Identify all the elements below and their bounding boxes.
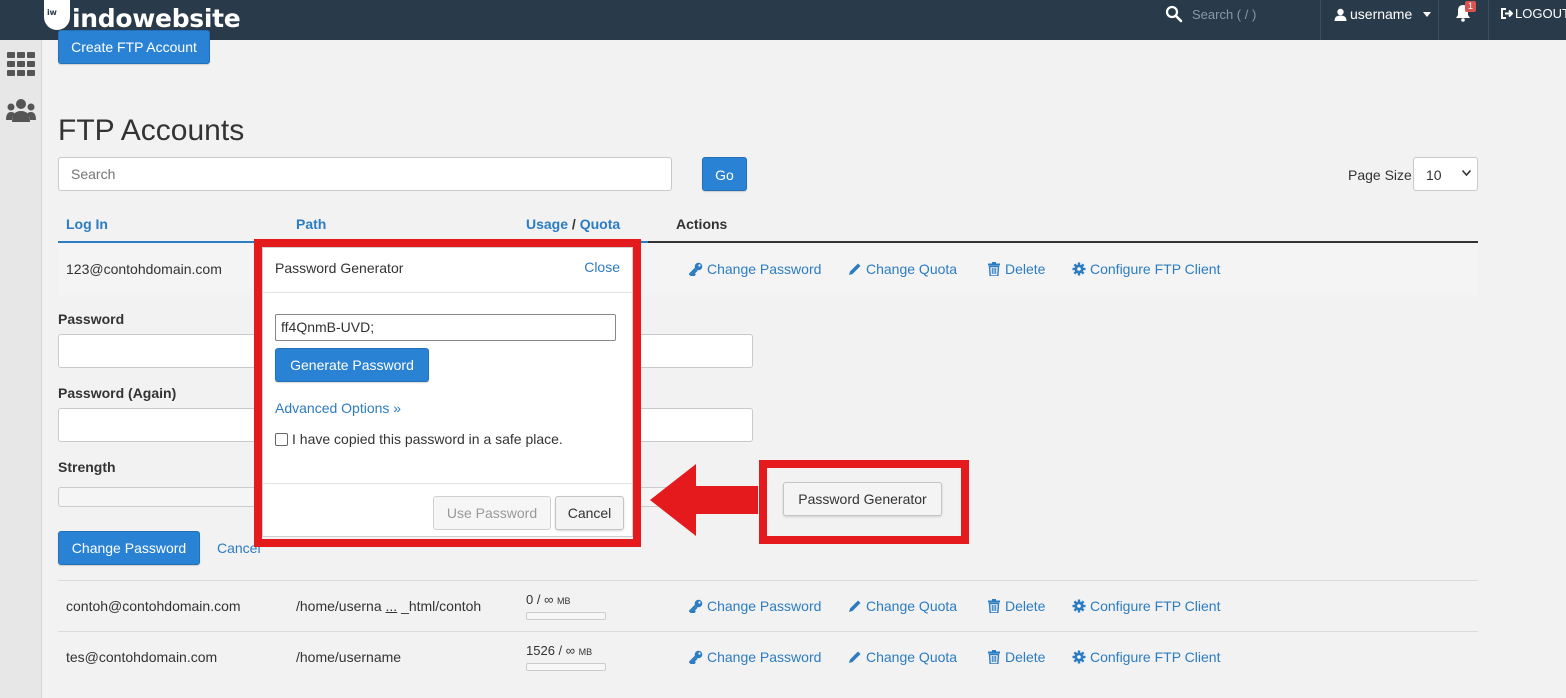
- delete-label: Delete: [1005, 598, 1046, 614]
- usage-value: 0 / ∞ MB: [526, 592, 570, 607]
- chevron-down-icon: [1423, 11, 1432, 17]
- strength-label: Strength: [58, 459, 116, 475]
- change-password-link[interactable]: Change Password: [689, 261, 821, 277]
- configure-ftp-client-label: Configure FTP Client: [1090, 649, 1221, 665]
- usage-progress-bar: [526, 612, 606, 620]
- login-cell: tes@contohdomain.com: [66, 649, 218, 665]
- divider: [1438, 0, 1439, 40]
- login-cell: contoh@contohdomain.com: [66, 598, 241, 614]
- logout-link[interactable]: LOGOUT: [1500, 6, 1566, 21]
- notification-badge: 1: [1465, 1, 1477, 12]
- change-password-label: Change Password: [707, 649, 822, 665]
- search-icon[interactable]: [1165, 5, 1183, 23]
- search-input[interactable]: [58, 157, 672, 191]
- login-cell: 123@contohdomain.com: [66, 261, 222, 277]
- logout-label: LOGOUT: [1515, 6, 1566, 21]
- trash-icon: [988, 650, 1000, 664]
- change-quota-label: Change Quota: [866, 598, 958, 614]
- pencil-icon: [849, 263, 861, 275]
- column-header-actions: Actions: [676, 216, 728, 232]
- trash-icon: [988, 262, 1000, 276]
- divider: [1488, 0, 1489, 40]
- annotation-highlight-dialog: [254, 239, 641, 547]
- change-password-button[interactable]: Change Password: [58, 531, 200, 565]
- path-cell: /home/userna ... _html/contoh: [296, 598, 481, 614]
- key-icon: [689, 262, 703, 276]
- pencil-icon: [849, 600, 861, 612]
- username-label: username: [1350, 6, 1413, 22]
- page-title: FTP Accounts: [58, 114, 245, 147]
- change-quota-link[interactable]: Change Quota: [848, 598, 957, 614]
- change-password-label: Change Password: [707, 261, 822, 277]
- chevron-down-icon: [1462, 170, 1471, 176]
- gear-icon: [1072, 650, 1086, 664]
- divider: [1320, 0, 1321, 40]
- usage-unit: MB: [556, 596, 571, 606]
- configure-ftp-client-link[interactable]: Configure FTP Client: [1072, 598, 1220, 614]
- create-ftp-account-button[interactable]: Create FTP Account: [58, 30, 210, 64]
- global-search-input[interactable]: Search ( / ): [1192, 7, 1256, 22]
- change-quota-label: Change Quota: [866, 649, 958, 665]
- sidebar: [0, 40, 42, 698]
- path-cell: /home/username: [296, 649, 402, 665]
- usage-text: 0 / ∞: [526, 592, 554, 607]
- pencil-icon: [849, 651, 861, 663]
- usage-value: 1526 / ∞ MB: [526, 643, 592, 658]
- brand-name: indowebsite: [72, 3, 241, 33]
- change-quota-label: Change Quota: [866, 261, 958, 277]
- configure-ftp-client-label: Configure FTP Client: [1090, 598, 1221, 614]
- configure-ftp-client-link[interactable]: Configure FTP Client: [1072, 649, 1220, 665]
- usage-text: 1526 / ∞: [526, 643, 576, 658]
- password-again-label: Password (Again): [58, 385, 177, 401]
- configure-ftp-client-label: Configure FTP Client: [1090, 261, 1221, 277]
- logo-mark-icon: [44, 0, 70, 30]
- change-password-link[interactable]: Change Password: [689, 598, 821, 614]
- top-navbar: indowebsite Search ( / ) username 1 LOGO…: [0, 0, 1566, 40]
- logout-icon: [1501, 8, 1513, 19]
- usage-progress-bar: [526, 663, 606, 671]
- gear-icon: [1072, 262, 1086, 276]
- change-password-link[interactable]: Change Password: [689, 649, 821, 665]
- path-expand-ellipsis[interactable]: ...: [386, 598, 398, 614]
- column-header-login[interactable]: Log In: [66, 216, 108, 232]
- trash-icon: [988, 599, 1000, 613]
- page-size-label: Page Size: [1348, 167, 1412, 183]
- user-menu[interactable]: username: [1334, 6, 1432, 22]
- path-start: /home/userna: [296, 598, 382, 614]
- gear-icon: [1072, 599, 1086, 613]
- grid-icon[interactable]: [6, 52, 36, 76]
- change-quota-link[interactable]: Change Quota: [848, 261, 957, 277]
- user-icon: [1334, 8, 1347, 21]
- annotation-highlight-generator-button: [759, 460, 969, 544]
- key-icon: [689, 599, 703, 613]
- configure-ftp-client-link[interactable]: Configure FTP Client: [1072, 261, 1220, 277]
- column-header-path[interactable]: Path: [296, 216, 326, 232]
- delete-link[interactable]: Delete: [987, 649, 1045, 665]
- delete-link[interactable]: Delete: [987, 261, 1045, 277]
- delete-label: Delete: [1005, 261, 1046, 277]
- column-header-quota[interactable]: Quota: [580, 216, 620, 232]
- usage-unit: MB: [578, 647, 593, 657]
- delete-label: Delete: [1005, 649, 1046, 665]
- password-label: Password: [58, 311, 125, 327]
- header-separator: /: [571, 216, 576, 232]
- change-password-label: Change Password: [707, 598, 822, 614]
- column-header-usage-quota: Usage / Quota: [526, 216, 620, 232]
- change-quota-link[interactable]: Change Quota: [848, 649, 957, 665]
- go-button[interactable]: Go: [702, 157, 747, 191]
- annotation-arrow-icon: [650, 464, 758, 536]
- path-end: _html/contoh: [401, 598, 482, 614]
- key-icon: [689, 650, 703, 664]
- users-icon[interactable]: [6, 98, 36, 122]
- delete-link[interactable]: Delete: [987, 598, 1045, 614]
- column-header-usage[interactable]: Usage: [526, 216, 568, 232]
